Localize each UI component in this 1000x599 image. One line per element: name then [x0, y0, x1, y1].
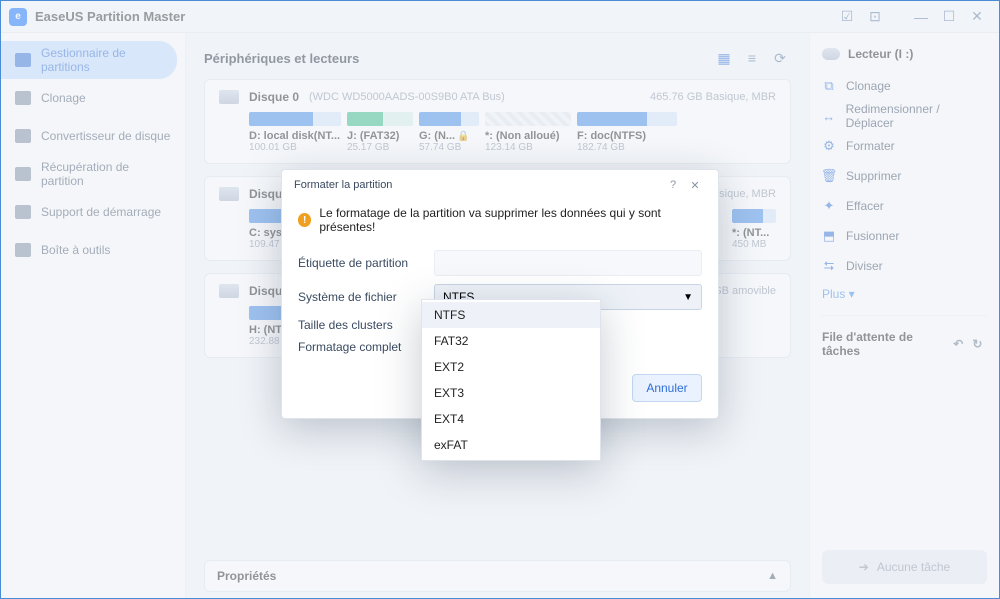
dialog-warning-text: Le formatage de la partition va supprime…: [319, 206, 702, 234]
filesystem-option[interactable]: NTFS: [422, 302, 600, 328]
partition-label-label: Étiquette de partition: [298, 256, 422, 270]
full-format-label: Formatage complet: [298, 340, 422, 354]
chevron-down-icon: ▼: [683, 292, 693, 303]
filesystem-option[interactable]: EXT3: [422, 380, 600, 406]
dialog-close-icon[interactable]: ✕: [684, 179, 706, 192]
cancel-button[interactable]: Annuler: [632, 374, 702, 402]
dialog-title: Formater la partition: [294, 179, 392, 191]
filesystem-option[interactable]: EXT2: [422, 354, 600, 380]
partition-label-input[interactable]: [434, 250, 702, 276]
filesystem-dropdown: NTFSFAT32EXT2EXT3EXT4exFAT: [421, 299, 601, 461]
filesystem-label: Système de fichier: [298, 290, 422, 304]
filesystem-option[interactable]: exFAT: [422, 432, 600, 458]
help-icon[interactable]: ?: [662, 179, 684, 191]
filesystem-option[interactable]: EXT4: [422, 406, 600, 432]
cluster-size-label: Taille des clusters: [298, 318, 422, 332]
warning-icon: !: [298, 213, 311, 227]
filesystem-option[interactable]: FAT32: [422, 328, 600, 354]
